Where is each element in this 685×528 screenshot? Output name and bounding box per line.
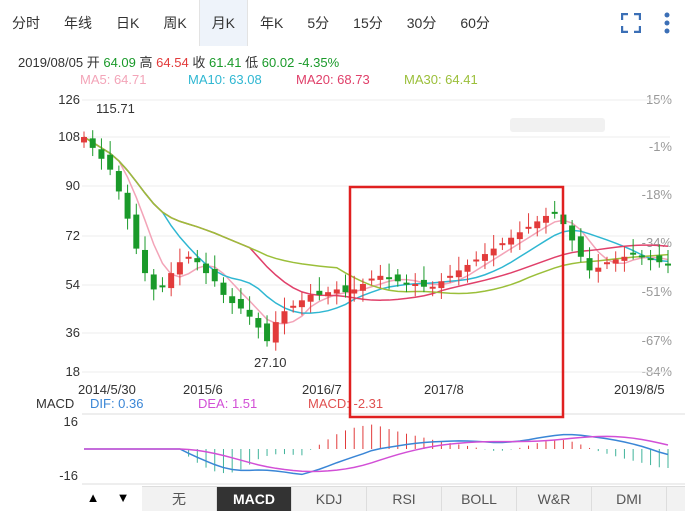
candle-body (168, 273, 175, 289)
candle-body (264, 323, 271, 342)
candle-body (351, 289, 358, 294)
candle-body (473, 259, 480, 262)
candle-body (630, 252, 637, 255)
dif-value: DIF: 0.36 (90, 396, 144, 411)
indicator-nav: ▲ ▼ (78, 486, 138, 510)
candle-body (133, 214, 140, 249)
date-label-2014: 2014/5/30 (78, 382, 136, 397)
candle-body (612, 259, 619, 264)
candle-body (107, 154, 114, 170)
candle-body (142, 249, 149, 274)
indicator-tab-wr[interactable]: W&R (517, 487, 592, 511)
candle-body (595, 267, 602, 272)
candle-body (185, 256, 192, 259)
arrow-down-icon[interactable]: ▼ (108, 486, 138, 510)
date-label-2017: 2017/8 (424, 382, 464, 397)
candle-body (81, 137, 87, 143)
candle-body (647, 258, 654, 261)
candle-body (394, 274, 401, 282)
candle-body (412, 284, 419, 286)
candle-body (386, 277, 393, 280)
candle-body (638, 255, 645, 258)
candle-body (438, 281, 445, 289)
indicator-tab-boll[interactable]: BOLL (442, 487, 517, 511)
candle-body (246, 309, 253, 317)
candle-body (220, 282, 227, 295)
candle-body (551, 211, 558, 214)
candle-body (403, 282, 410, 285)
dea-line (84, 435, 669, 473)
candle-body (377, 275, 384, 280)
candle-body (290, 305, 297, 308)
macd-value: MACD: -2.31 (308, 396, 384, 411)
candle-body (481, 254, 488, 261)
macd-title: MACD (36, 396, 75, 411)
date-label-2019: 2019/8/5 (614, 382, 665, 397)
candlestick-chart[interactable] (0, 0, 685, 528)
candle-body (577, 236, 584, 257)
indicator-tabs: 无 MACD KDJ RSI BOLL W&R DMI (142, 486, 685, 511)
candle-body (255, 318, 262, 328)
candle-body (603, 262, 610, 265)
watermark-blur (510, 118, 605, 132)
dea-value: DEA: 1.51 (198, 396, 258, 411)
candle-body (490, 248, 497, 256)
macd-lines (84, 433, 669, 476)
candle-body (272, 322, 279, 343)
candle-body (298, 300, 305, 308)
low-annotation: 27.10 (254, 355, 287, 370)
candle-body (586, 258, 593, 271)
candle-body (203, 263, 210, 274)
candle-body (316, 290, 323, 295)
candle-body (159, 285, 166, 288)
arrow-up-icon[interactable]: ▲ (78, 486, 108, 510)
candle-body (307, 294, 314, 302)
candle-body (325, 292, 332, 297)
candle-body (508, 237, 515, 245)
candle-body (89, 138, 96, 148)
macd-y-top: 16 (63, 414, 78, 429)
candle-body (211, 269, 218, 282)
candle-body (229, 296, 236, 304)
candle-body (237, 298, 244, 309)
candle-body (281, 311, 288, 324)
candle-body (368, 278, 375, 281)
candle-body (333, 289, 340, 294)
candle-body (150, 274, 157, 290)
candle-body (542, 215, 549, 223)
indicator-tab-rsi[interactable]: RSI (367, 487, 442, 511)
candle-body (176, 262, 183, 275)
macd-y-bottom: -16 (59, 468, 78, 483)
date-label-2015: 2015/6 (183, 382, 223, 397)
candle-body (342, 285, 349, 293)
candle-body (656, 255, 663, 263)
candle-body (621, 256, 628, 261)
candle-body (447, 275, 454, 278)
candle-body (534, 221, 541, 229)
candle-body (525, 226, 532, 229)
candle-body (569, 225, 576, 241)
candle-body (115, 171, 122, 192)
indicator-tab-dmi[interactable]: DMI (592, 487, 667, 511)
candle-body (455, 270, 462, 278)
dif-line (84, 433, 669, 476)
candle-body (124, 192, 131, 219)
candle-body (516, 232, 523, 240)
indicator-tab-none[interactable]: 无 (142, 487, 217, 511)
indicator-tab-macd[interactable]: MACD (217, 487, 292, 511)
candle-body (98, 149, 105, 159)
candle-body (665, 263, 671, 266)
high-annotation: 115.71 (96, 101, 135, 116)
candle-body (420, 279, 427, 287)
candles (81, 130, 671, 351)
candle-body (464, 264, 471, 272)
candle-body (429, 286, 436, 289)
candle-body (359, 284, 366, 291)
candle-body (499, 243, 506, 246)
grid-lines (82, 99, 685, 485)
indicator-tab-kdj[interactable]: KDJ (292, 487, 367, 511)
date-label-2016: 2016/7 (302, 382, 342, 397)
candle-body (194, 258, 201, 263)
